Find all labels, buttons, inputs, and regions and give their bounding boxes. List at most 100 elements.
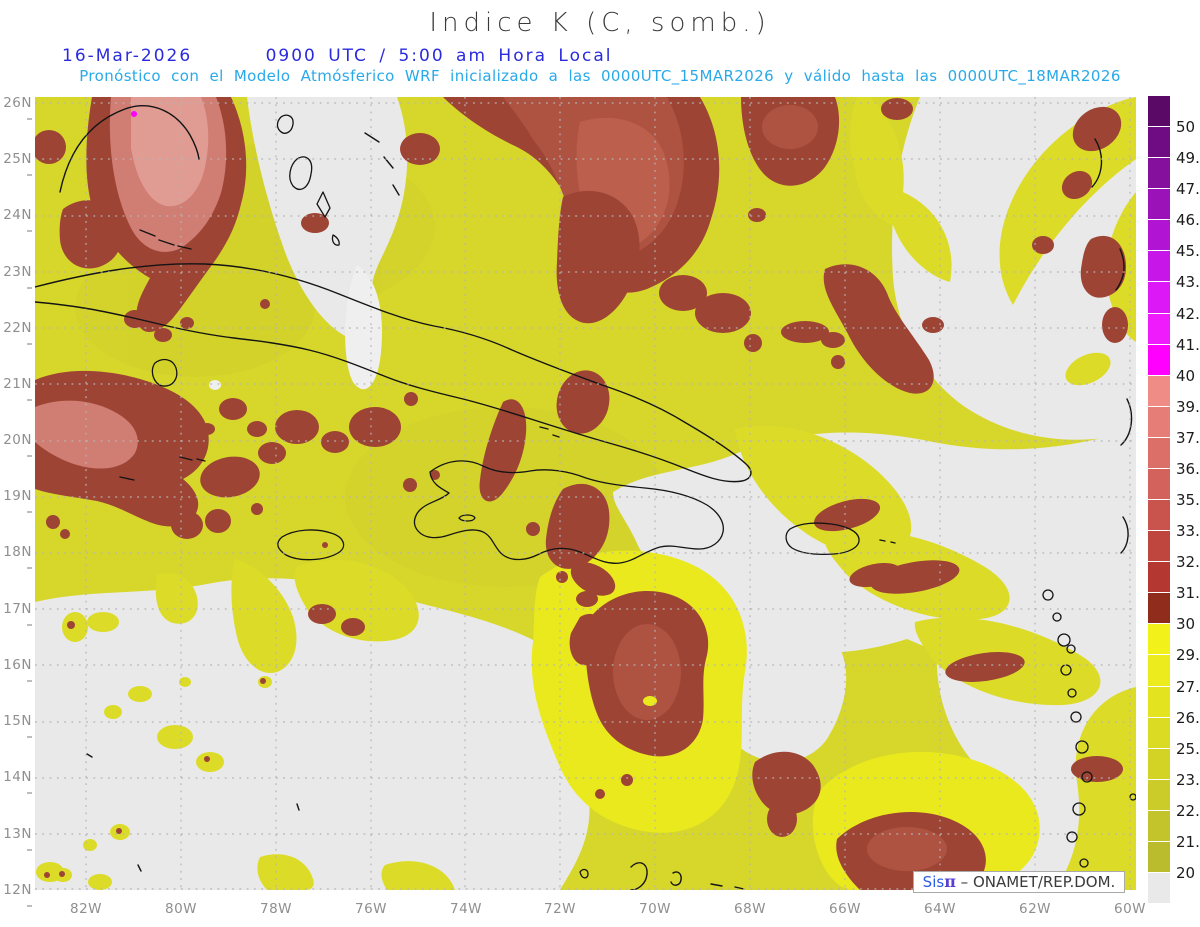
valid-time: 0900 UTC / 5:00 am Hora Local [265,46,613,66]
k-core-southeast [867,827,947,871]
k-cell [154,328,172,342]
colorbar-tick-label: 21.3 [1176,832,1200,851]
colorbar-segment [1148,717,1170,748]
k-index-map [35,97,1136,890]
colorbar-tick-label: 36.5 [1176,459,1200,478]
k-cell [400,133,440,165]
k-core [762,105,818,149]
lon-tick-label: 60W [1113,901,1147,917]
k-cell [831,355,845,369]
k-cell [403,478,417,492]
colorbar-segment [1148,686,1170,717]
k-cell [161,418,205,442]
colorbar-tick-label: 47.8 [1176,180,1200,199]
colorbar-segment [1148,220,1170,251]
lon-tick-label: 66W [828,901,862,917]
lat-tick-label: 16N [1,657,32,689]
colorbar-tick-label: 29.1 [1176,646,1200,665]
colorbar-tick-label: 37.8 [1176,428,1200,447]
k-cell [341,618,365,636]
lat-tick-label: 23N [1,264,32,296]
colorbar-segment [1148,779,1170,810]
yellow-spot [128,686,152,702]
k-cell [308,604,336,624]
lat-tick-label: 21N [1,376,32,408]
k-speck [322,542,328,548]
lon-tick-label: 64W [923,901,957,917]
k-cell [404,392,418,406]
colorbar-tick-label: 49.1 [1176,149,1200,168]
lon-tick-label: 70W [638,901,672,917]
colorbar-tick-label: 30 [1176,615,1196,634]
k-cell [695,293,751,333]
colorbar-segment [1148,531,1170,562]
k-speck [59,871,65,877]
lat-tick-label: 13N [1,826,32,858]
colorbar-tick-label: 41.3 [1176,335,1200,354]
lon-tick-label: 78W [259,901,293,917]
k-cell [748,208,766,222]
lon-tick-label: 80W [164,901,198,917]
colorbar-segment [1148,655,1170,686]
colorbar-segment [1148,437,1170,468]
lat-tick-label: 19N [1,488,32,520]
colorbar-segment [1148,189,1170,220]
colorbar-tick-label: 50 [1176,118,1196,137]
colorbar-tick-label: 23.9 [1176,770,1200,789]
k-core-south-central [613,624,681,720]
colorbar-segment [1148,127,1170,158]
k-cell [1071,756,1123,782]
colorbar-segment [1148,375,1170,406]
k-speck [260,678,266,684]
k-cell [321,431,349,453]
valid-date: 16-Mar-2026 [62,46,193,66]
colorbar-segment [1148,810,1170,841]
yellow-spot [157,725,193,749]
lat-tick-label: 20N [1,432,32,464]
colorbar-segment [1148,313,1170,344]
k-cell [251,503,263,515]
colorbar-segment [1148,251,1170,282]
yellow-spot [87,612,119,632]
lon-tick-label: 82W [69,901,103,917]
lon-tick-label: 62W [1018,901,1052,917]
lat-tick-label: 18N [1,544,32,576]
colorbar-segment [1148,282,1170,313]
watermark-text: – ONAMET/REP.DOM. [955,873,1116,891]
colorbar-tick-label: 22.6 [1176,801,1200,820]
forecast-subtitle: Pronóstico con el Modelo Atmósferico WRF… [79,67,1121,85]
lat-tick-label: 15N [1,713,32,745]
watermark-pi-logo: π [944,872,956,891]
k-cell [60,529,70,539]
k-cell [881,98,913,120]
k-cell [275,410,319,444]
k-speck [204,756,210,762]
lon-tick-label: 74W [449,901,483,917]
k-cell [526,522,540,536]
colorbar-segment [1148,624,1170,655]
colorbar-tick-label: 20 [1176,864,1196,882]
k-cell [219,398,247,420]
k-cell [556,571,568,583]
k-speck [67,621,75,629]
colorbar-tick-label: 45.2 [1176,242,1200,261]
yellow-spot [88,874,112,890]
colorbar-tick-label: 26.5 [1176,708,1200,727]
k-cell [260,299,270,309]
colorbar-segment [1148,468,1170,500]
k-cell [205,509,231,533]
colorbar-tick-label: 40 [1176,366,1196,385]
k-cell [180,317,194,329]
colorbar-tick-label: 33.9 [1176,522,1200,541]
lat-tick-label: 24N [1,207,32,239]
watermark-sis: Sis [922,873,945,891]
weather-map-page: Indice K (C, somb.) 16-Mar-2026 0900 UTC… [0,0,1200,927]
colorbar-segment [1148,158,1170,189]
watermark-box: Sisπ – ONAMET/REP.DOM. [913,871,1125,893]
colorbar-tick-label: 35.2 [1176,491,1200,510]
k-cell [1102,307,1128,343]
page-title: Indice K (C, somb.) [429,8,771,38]
colorbar-segment [1148,841,1170,872]
colorbar-segment [1148,96,1170,127]
k-cell [621,774,633,786]
